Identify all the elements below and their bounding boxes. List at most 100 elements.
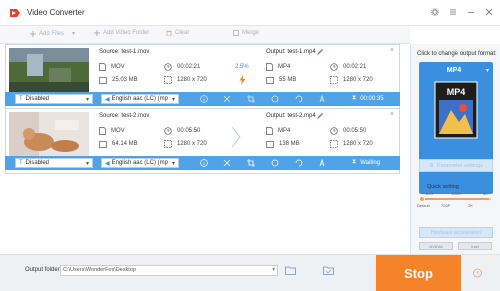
chevron-down-icon: ▾ <box>171 97 175 103</box>
file-icon <box>99 63 106 71</box>
convert-arrow-icon <box>231 126 241 148</box>
source-resolution: 1280 x 720 <box>164 140 207 148</box>
intel-option[interactable]: Intel <box>458 242 492 250</box>
title-bar: Video Converter <box>0 0 500 26</box>
speaker-icon: ◀ <box>105 160 110 167</box>
list-icon[interactable] <box>448 7 458 17</box>
quality-slider[interactable] <box>419 196 491 202</box>
chevron-down-icon[interactable]: ▾ <box>272 266 275 275</box>
alarm-clock-icon[interactable] <box>472 267 483 278</box>
bottom-bar: Output folder: C:\Users\WonderFox\Deskto… <box>0 254 500 291</box>
edit-icon[interactable] <box>316 48 324 56</box>
sidebar-title: Click to change output format: <box>417 51 497 57</box>
watermark-icon[interactable] <box>319 159 327 167</box>
output-format-selector[interactable]: MP4 ▾ MP4 <box>419 62 493 194</box>
folder-icon[interactable] <box>285 266 296 275</box>
format-name: MP4 <box>446 67 462 74</box>
add-files-label: Add Files <box>39 30 65 37</box>
source-duration: 00:02:21 <box>164 63 200 71</box>
app-logo <box>10 8 20 17</box>
source-duration: 00:05:50 <box>164 127 200 135</box>
merge-icon <box>233 30 239 36</box>
open-folder-icon[interactable] <box>323 266 334 275</box>
trim-icon[interactable] <box>223 95 231 103</box>
close-icon[interactable] <box>484 7 494 17</box>
clock-icon <box>164 127 172 135</box>
close-icon[interactable]: × <box>390 111 394 118</box>
hardware-acceleration-button[interactable]: Hardware acceleration <box>419 227 493 238</box>
nvidia-option[interactable]: NVIDIA <box>419 242 453 250</box>
folder-icon <box>99 77 107 84</box>
settings-icon: ⚙ <box>428 162 434 169</box>
plus-icon <box>94 30 100 36</box>
stop-button[interactable]: Stop <box>376 255 461 291</box>
output-duration: 00:05:50 <box>330 127 366 135</box>
app-title: Video Converter <box>27 8 85 17</box>
crop-icon[interactable] <box>247 159 255 167</box>
quality-slider-fill <box>421 198 489 200</box>
add-video-folder-button[interactable]: Add Video Folder <box>94 30 149 36</box>
output-folder-input[interactable]: C:\Users\WonderFox\Desktop ▾ <box>60 265 278 276</box>
file-icon <box>266 63 273 71</box>
trash-icon <box>166 30 172 36</box>
chevron-down-icon[interactable]: ▾ <box>72 30 75 37</box>
hourglass-icon: ⧗ <box>352 159 357 165</box>
chevron-down-icon: ▾ <box>85 97 89 103</box>
info-icon[interactable] <box>200 159 208 167</box>
video-thumbnail[interactable] <box>9 48 89 94</box>
slider-handle[interactable] <box>419 196 425 202</box>
resolution-icon <box>164 76 172 84</box>
source-size: 64.14 MB <box>99 140 138 148</box>
gpu-options: NVIDIA Intel <box>419 242 492 250</box>
info-icon[interactable] <box>200 95 208 103</box>
task-list: Source: test-1.mov × MOV 00:02:21 25.03 … <box>0 44 410 254</box>
tick-label: Default <box>417 203 430 208</box>
hourglass-icon: ⧗ <box>352 95 357 101</box>
tick-label: 2K <box>468 203 473 208</box>
output-label: Output: test-2.mp4 <box>266 113 316 119</box>
folder-icon <box>266 77 274 84</box>
subtitle-select[interactable]: T Disabled ▾ <box>15 158 93 168</box>
audio-select[interactable]: ◀ English aac (LC) (mp ▾ <box>101 158 179 168</box>
chevron-down-icon: ▾ <box>485 68 489 74</box>
tick-label: 1080P <box>451 191 463 196</box>
rotate-icon[interactable] <box>295 159 303 167</box>
file-icon <box>266 127 273 135</box>
audio-select[interactable]: ◀ English aac (LC) (mp ▾ <box>101 94 179 104</box>
video-thumbnail[interactable] <box>9 112 89 158</box>
effect-icon[interactable] <box>271 95 279 103</box>
add-files-button[interactable]: Add Files ▾ <box>30 30 75 37</box>
chevron-down-icon: ▾ <box>85 161 89 167</box>
effect-icon[interactable] <box>271 159 279 167</box>
subtitle-select[interactable]: T Disabled ▾ <box>15 94 93 104</box>
speaker-icon: ◀ <box>105 96 110 103</box>
lightning-icon <box>239 75 246 85</box>
crop-icon[interactable] <box>247 95 255 103</box>
clear-button[interactable]: Clear <box>166 30 189 36</box>
source-format: MOV <box>99 127 125 135</box>
folder-icon <box>266 141 274 148</box>
rotate-icon[interactable] <box>295 95 303 103</box>
add-video-folder-label: Add Video Folder <box>103 30 150 36</box>
parameter-settings-button[interactable]: ⚙ Parameter settings <box>419 159 493 172</box>
plus-icon <box>30 30 36 37</box>
source-label: Source: test-1.mov <box>99 49 150 55</box>
watermark-icon[interactable] <box>319 95 327 103</box>
close-icon[interactable]: × <box>390 47 394 54</box>
edit-icon[interactable] <box>316 112 324 120</box>
merge-button[interactable]: Merge <box>233 30 259 36</box>
settings-icon[interactable] <box>430 7 440 17</box>
task-toolbar: T Disabled ▾ ◀ English aac (LC) (mp ▾ ⧗ … <box>5 156 400 170</box>
mp4-format-icon: MP4 <box>434 81 478 139</box>
source-resolution: 1280 x 720 <box>164 76 207 84</box>
output-resolution: 1280 x 720 <box>330 76 373 84</box>
quick-setting-label: Quick setting <box>419 184 459 190</box>
resolution-icon <box>330 76 338 84</box>
subtitle-icon: T <box>19 96 23 102</box>
trim-icon[interactable] <box>223 159 231 167</box>
minimize-icon[interactable] <box>466 7 476 17</box>
resolution-icon <box>330 140 338 148</box>
svg-text:MP4: MP4 <box>447 87 466 97</box>
output-format: MP4 <box>266 63 290 71</box>
output-resolution: 1280 x 720 <box>330 140 373 148</box>
